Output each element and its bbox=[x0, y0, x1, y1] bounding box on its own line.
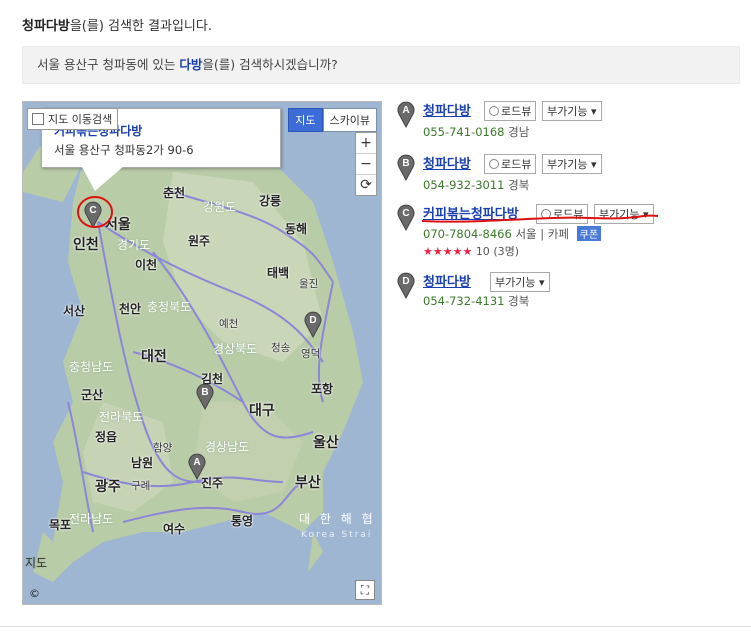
result-phone: 054-932-3011 경북 bbox=[423, 178, 530, 192]
result-heading: 청파다방을(를) 검색한 결과입니다. bbox=[22, 15, 212, 34]
map-type-skyview-button[interactable]: 스카이뷰 bbox=[322, 108, 377, 132]
more-functions-button[interactable]: 부가기능 ▾ bbox=[490, 272, 550, 292]
city-yecheon: 예천 bbox=[219, 318, 239, 330]
zoom-out-button[interactable]: − bbox=[356, 154, 376, 175]
region-jeonnam: 전라남도 bbox=[69, 512, 114, 526]
result-phone: 070-7804-8466 서울 | 카페 쿠폰 bbox=[423, 226, 602, 242]
city-cheonan: 천안 bbox=[119, 302, 142, 316]
result-name-link[interactable]: 청파다방 bbox=[423, 153, 471, 172]
roadview-button[interactable]: 로드뷰 bbox=[484, 154, 537, 174]
sea-label-en: Korea Strai bbox=[301, 530, 373, 540]
popup-address: 서울 용산구 청파동2가 90-6 bbox=[54, 143, 194, 157]
svg-text:C: C bbox=[402, 208, 409, 219]
result-phone: 055-741-0168 경남 bbox=[423, 125, 530, 139]
region-chungbuk: 충청북도 bbox=[147, 300, 192, 314]
suggestion-box: 서울 용산구 청파동에 있는 다방을(를) 검색하시겠습니까? bbox=[22, 46, 740, 84]
city-gunsan: 군산 bbox=[81, 388, 104, 402]
city-jeongeup: 정읍 bbox=[95, 430, 118, 444]
svg-text:B: B bbox=[402, 158, 409, 169]
map-marker-d[interactable]: D bbox=[303, 310, 323, 338]
annotation-circle bbox=[77, 196, 113, 228]
rating[interactable]: ★★★★★ 10 (3명) bbox=[423, 243, 519, 259]
city-taebaek: 태백 bbox=[267, 266, 290, 280]
rating-score: 10 bbox=[475, 245, 490, 258]
region-jido-label: 지도 bbox=[25, 556, 48, 570]
region-gangwon: 강원도 bbox=[203, 200, 237, 214]
move-search-label: 지도 이동검색 bbox=[48, 113, 113, 126]
map-move-search-toggle[interactable]: 지도 이동검색 bbox=[27, 108, 119, 130]
heading-keyword: 청파다방 bbox=[22, 19, 70, 34]
region-chungnam: 충청남도 bbox=[69, 360, 114, 374]
svg-text:D: D bbox=[309, 315, 316, 326]
suggest-keyword-link[interactable]: 다방 bbox=[179, 57, 202, 72]
city-pohang: 포항 bbox=[311, 382, 334, 396]
result-name-link[interactable]: 청파다방 bbox=[423, 100, 471, 119]
city-busan: 부산 bbox=[295, 475, 321, 491]
divider bbox=[0, 626, 751, 627]
more-functions-button[interactable]: 부가기능 ▾ bbox=[542, 101, 602, 121]
city-tongyeong: 통영 bbox=[231, 514, 254, 528]
copyright-icon: © bbox=[29, 587, 40, 600]
region-gyeongnam: 경상남도 bbox=[205, 440, 250, 454]
coupon-badge[interactable]: 쿠폰 bbox=[576, 226, 602, 241]
suggest-prefix: 서울 용산구 청파동에 있는 bbox=[37, 57, 180, 72]
city-gangneung: 강릉 bbox=[259, 194, 282, 208]
suggest-suffix[interactable]: 을(를) 검색하시겠습니까? bbox=[202, 57, 337, 72]
roadview-button[interactable]: 로드뷰 bbox=[484, 101, 537, 121]
svg-text:D: D bbox=[402, 276, 409, 287]
result-category: 카페 bbox=[547, 227, 569, 241]
region-gyeonggi: 경기도 bbox=[117, 238, 151, 252]
city-gwangju: 광주 bbox=[95, 479, 121, 495]
city-namwon: 남원 bbox=[131, 456, 154, 470]
city-cheongsong: 청송 bbox=[271, 342, 291, 354]
city-hamyang: 함양 bbox=[153, 442, 173, 454]
svg-text:A: A bbox=[193, 457, 200, 468]
map-type-switch: 지도 스카이뷰 bbox=[288, 108, 377, 132]
city-yeongdeok: 영덕 bbox=[301, 348, 321, 360]
city-chuncheon: 춘천 bbox=[163, 186, 186, 200]
popup-tail bbox=[81, 165, 125, 191]
zoom-in-button[interactable]: + bbox=[356, 133, 376, 154]
region-gyeongbuk: 경상북도 bbox=[213, 342, 258, 356]
rating-count: (3명) bbox=[493, 245, 520, 258]
result-phone: 054-732-4131 경북 bbox=[423, 294, 530, 308]
city-seosan: 서산 bbox=[63, 304, 86, 318]
city-wonju: 원주 bbox=[188, 234, 211, 248]
roadview-icon bbox=[489, 159, 499, 169]
map-view[interactable]: 지도 이동검색 커피볶는청파다방 서울 용산구 청파동2가 90-6 지도 스카… bbox=[22, 101, 382, 605]
city-daejeon: 대전 bbox=[141, 349, 167, 365]
city-yeosu: 여수 bbox=[163, 522, 186, 536]
city-uljin: 울진 bbox=[299, 278, 319, 290]
reset-view-button[interactable]: ⟳ bbox=[356, 175, 376, 195]
pin-b-icon: B bbox=[397, 154, 415, 181]
city-daegu: 대구 bbox=[249, 403, 275, 419]
result-name-link[interactable]: 청파다방 bbox=[423, 271, 471, 290]
annotation-underline bbox=[421, 214, 659, 223]
map-marker-b[interactable]: B bbox=[195, 382, 215, 410]
map-type-map-button[interactable]: 지도 bbox=[288, 108, 323, 132]
more-functions-button[interactable]: 부가기능 ▾ bbox=[542, 154, 602, 174]
svg-text:B: B bbox=[201, 387, 208, 398]
city-donghae: 동해 bbox=[285, 222, 308, 236]
pin-c-icon: C bbox=[397, 204, 415, 231]
pin-a-icon: A bbox=[397, 101, 415, 128]
map-marker-a[interactable]: A bbox=[187, 452, 207, 480]
zoom-control: + − ⟳ bbox=[355, 132, 377, 196]
region-jeonbuk: 전라북도 bbox=[99, 410, 144, 424]
sea-label-kr: 대 한 해 협 bbox=[299, 512, 376, 526]
svg-text:A: A bbox=[402, 105, 409, 116]
city-ulsan: 울산 bbox=[313, 435, 339, 451]
city-incheon: 인천 bbox=[73, 237, 99, 253]
city-icheon: 이천 bbox=[135, 258, 158, 272]
star-rating-icon: ★★★★★ bbox=[423, 245, 473, 258]
roadview-icon bbox=[489, 106, 499, 116]
city-gurye: 구례 bbox=[131, 480, 151, 492]
heading-suffix: 을(를) 검색한 결과입니다. bbox=[69, 19, 212, 34]
pin-d-icon: D bbox=[397, 272, 415, 299]
checkbox-icon[interactable] bbox=[32, 113, 44, 125]
city-mokpo: 목포 bbox=[49, 518, 72, 532]
expand-map-icon[interactable]: ⛶ bbox=[355, 580, 375, 600]
